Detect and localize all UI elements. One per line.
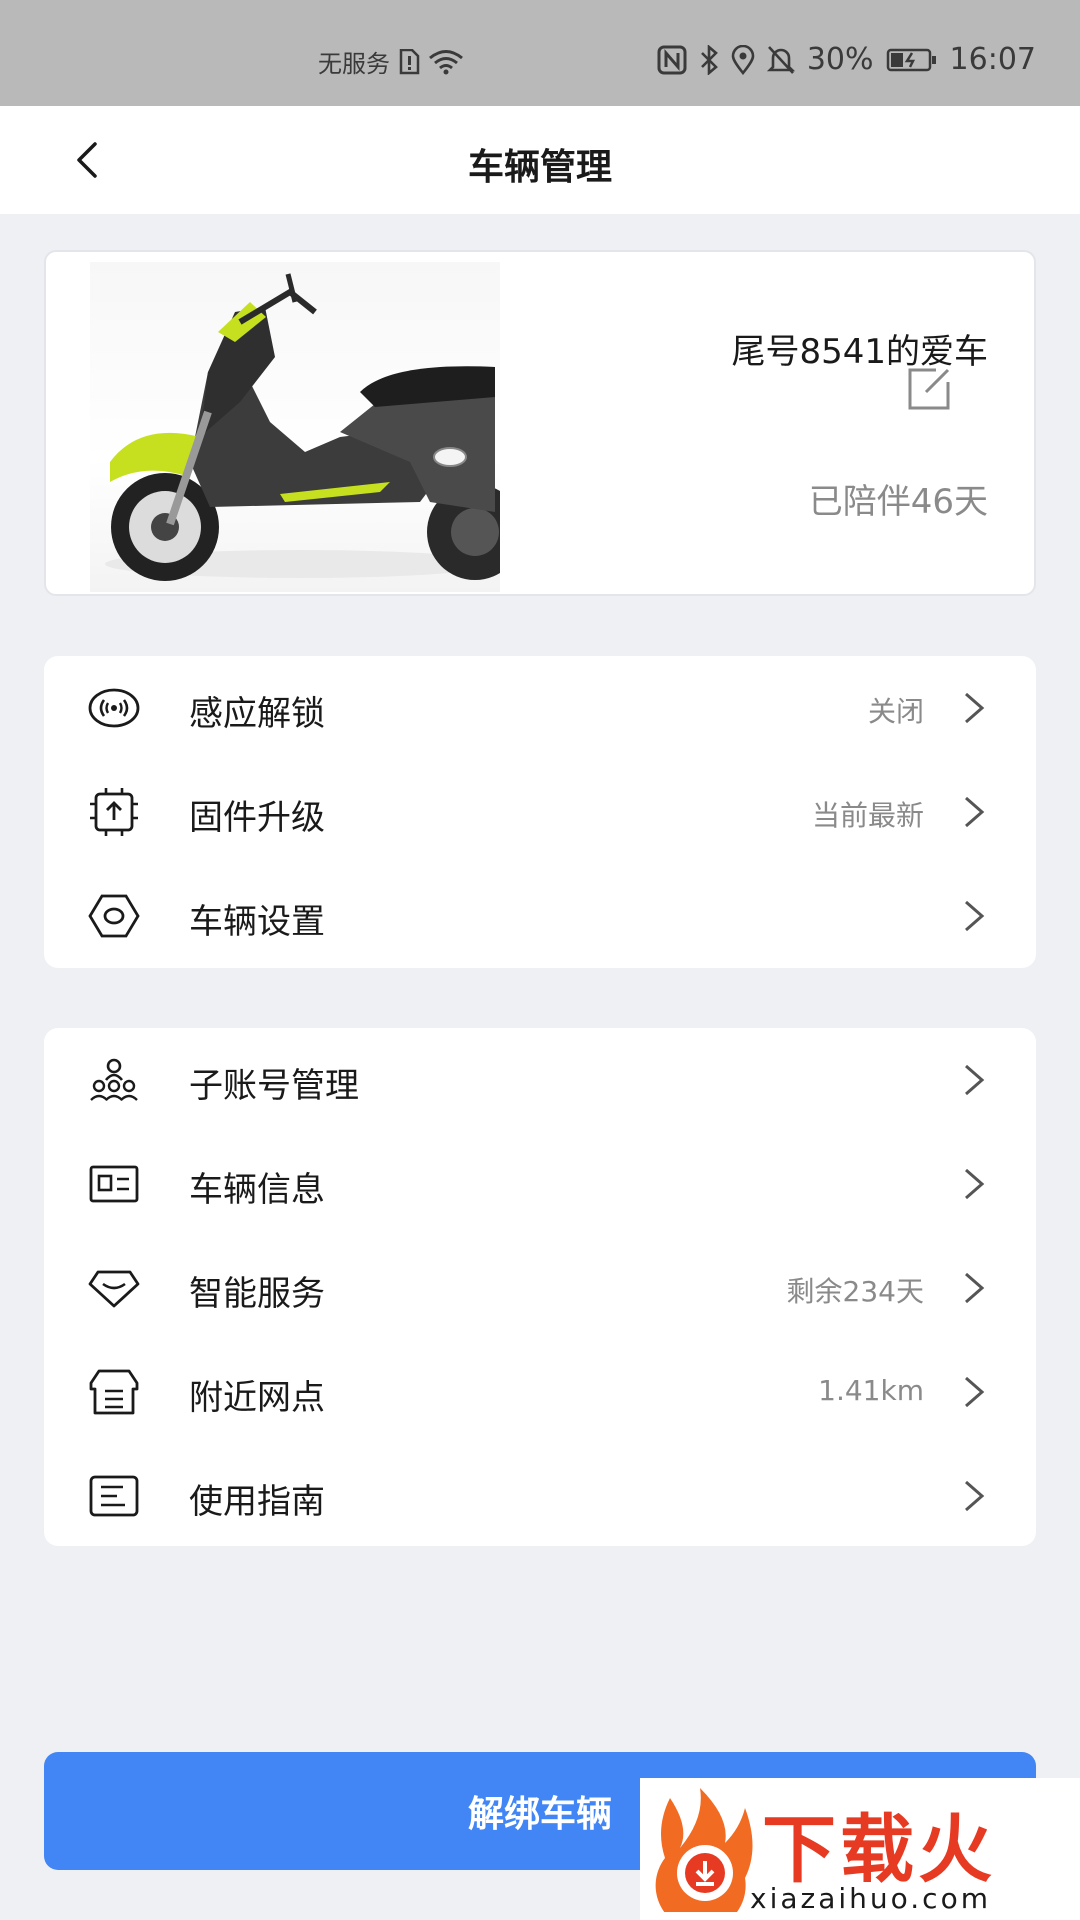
row-label: 固件升级: [189, 798, 325, 838]
row-smart-service[interactable]: 智能服务 剩余234天: [44, 1236, 1036, 1340]
wifi-icon: [428, 49, 464, 75]
row-sub-account[interactable]: 子账号管理: [44, 1028, 1036, 1132]
diamond-icon: [88, 1264, 140, 1312]
firmware-upgrade-icon: [88, 788, 140, 836]
row-nearby-outlets[interactable]: 附近网点 1.41km: [44, 1340, 1036, 1444]
row-label: 使用指南: [189, 1482, 325, 1522]
row-proximity-unlock[interactable]: 感应解锁 关闭: [44, 656, 1036, 760]
settings-group-primary: 感应解锁 关闭 固件升级 当前最新 车辆设置: [44, 656, 1036, 968]
location-icon: [731, 44, 755, 75]
hex-nut-settings-icon: [88, 892, 140, 940]
clock-time: 16:07: [949, 42, 1036, 77]
edit-icon: [908, 368, 950, 410]
flame-logo-icon: [655, 1788, 753, 1912]
row-value: 关闭: [867, 695, 924, 728]
row-vehicle-settings[interactable]: 车辆设置: [44, 864, 1036, 968]
chevron-right-icon: [965, 1272, 985, 1304]
scooter-image: [90, 262, 523, 592]
store-icon: [88, 1368, 140, 1416]
sub-account-icon: [88, 1056, 140, 1104]
proximity-unlock-icon: [88, 684, 140, 732]
row-user-guide[interactable]: 使用指南: [44, 1444, 1036, 1548]
chevron-right-icon: [965, 1376, 985, 1408]
status-bar-network: 无服务: [318, 44, 464, 79]
chevron-right-icon: [965, 1064, 985, 1096]
companion-days: 已陪伴46天: [808, 482, 988, 522]
carrier-text: 无服务: [318, 50, 390, 78]
row-value: 剩余234天: [786, 1275, 924, 1308]
watermark-brand: 下载火: [762, 1807, 996, 1893]
guide-icon: [88, 1472, 140, 1520]
watermark: 下载火 xiazaihuo.com: [640, 1778, 1080, 1920]
row-value: 当前最新: [811, 799, 924, 832]
row-firmware-upgrade[interactable]: 固件升级 当前最新: [44, 760, 1036, 864]
row-value: 1.41km: [818, 1374, 924, 1407]
battery-percent: 30%: [806, 42, 874, 77]
edit-name-button[interactable]: [906, 366, 952, 412]
nfc-icon: [657, 45, 687, 75]
row-label: 智能服务: [189, 1274, 325, 1314]
watermark-url: xiazaihuo.com: [750, 1882, 991, 1915]
status-bar-system: 30% 16:07: [657, 42, 1036, 77]
row-label: 子账号管理: [189, 1066, 359, 1106]
vehicle-card[interactable]: 尾号8541的爱车 已陪伴46天: [44, 250, 1036, 596]
row-label: 附近网点: [189, 1378, 325, 1418]
chevron-right-icon: [965, 1168, 985, 1200]
chevron-right-icon: [965, 796, 985, 828]
page-title: 车辆管理: [467, 147, 612, 188]
status-bar: 无服务 30% 16:07: [0, 0, 1080, 106]
id-card-icon: [88, 1160, 140, 1208]
row-label: 车辆设置: [189, 902, 325, 942]
settings-group-secondary: 子账号管理 车辆信息 智能服务 剩余234天 附近网点 1.41km 使用指南: [44, 1028, 1036, 1546]
navigation-bar: 车辆管理: [0, 106, 1080, 214]
row-label: 车辆信息: [189, 1170, 325, 1210]
bluetooth-icon: [699, 44, 719, 75]
mute-bell-icon: [766, 45, 795, 75]
sim-alert-icon: [398, 48, 420, 75]
chevron-right-icon: [965, 900, 985, 932]
battery-charging-icon: [886, 47, 938, 73]
row-label: 感应解锁: [189, 694, 325, 734]
chevron-right-icon: [965, 692, 985, 724]
row-vehicle-info[interactable]: 车辆信息: [44, 1132, 1036, 1236]
chevron-right-icon: [965, 1480, 985, 1512]
